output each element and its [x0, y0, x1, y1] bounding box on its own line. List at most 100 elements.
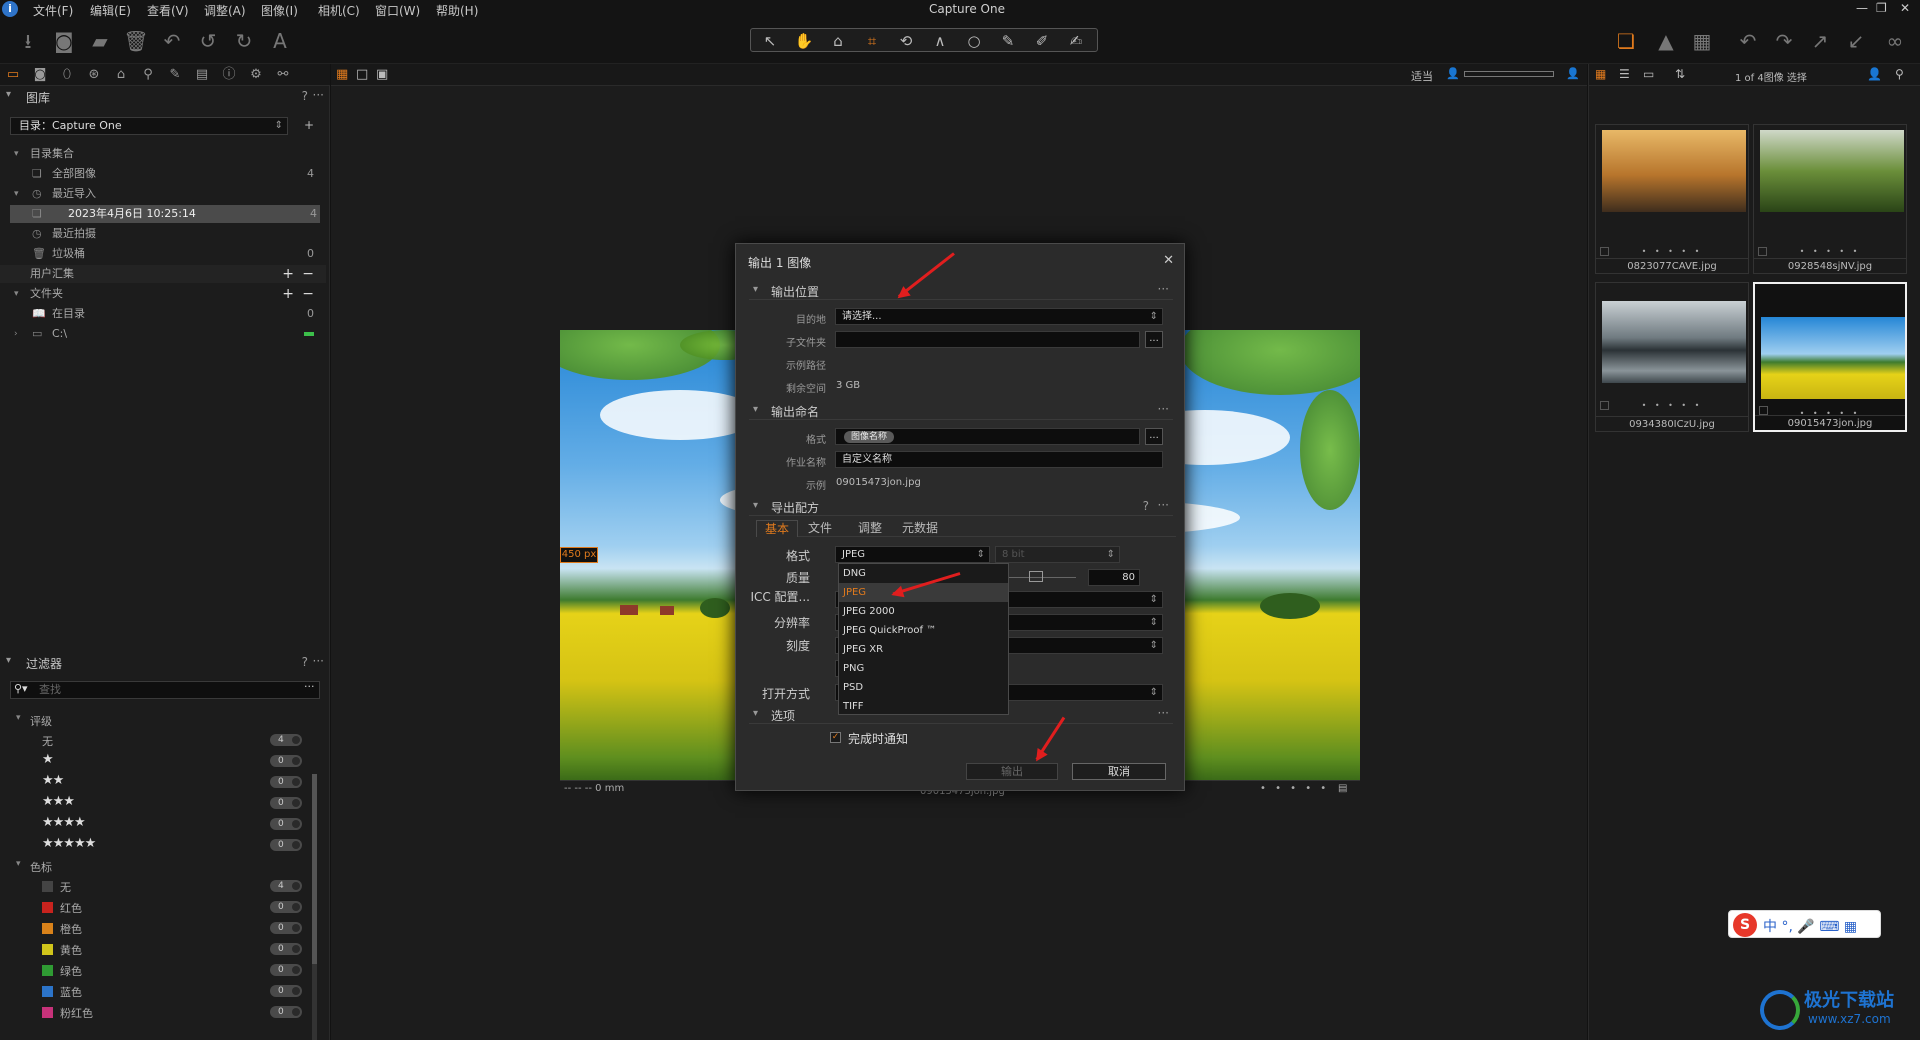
add-collection-icon[interactable]: +: [282, 265, 294, 283]
color-tag-row[interactable]: 黄色 0: [0, 939, 310, 959]
menu-file[interactable]: 文件(F): [33, 2, 73, 19]
brush-tool-icon[interactable]: ✎: [991, 30, 1025, 52]
rating-row[interactable]: 无4: [0, 730, 310, 750]
auto-adjust-icon[interactable]: A: [266, 28, 294, 54]
compare-view-icon[interactable]: ▣: [376, 67, 388, 82]
pan-tool-icon[interactable]: ✋: [787, 30, 821, 52]
format-select[interactable]: JPEG: [835, 546, 990, 563]
loupe-tool-icon[interactable]: ⌂: [821, 30, 855, 52]
single-view-icon[interactable]: □: [356, 67, 368, 82]
trash-row[interactable]: 🗑 垃圾桶 0: [0, 245, 326, 263]
tab-basic[interactable]: 基本: [756, 520, 799, 537]
recent-captures-row[interactable]: ◷ 最近拍摄: [0, 225, 326, 243]
search-more-icon[interactable]: ···: [304, 680, 315, 693]
naming-section-header[interactable]: ▾ 输出命名 ···: [749, 402, 1173, 420]
rotate-left-icon[interactable]: ↶: [1734, 28, 1762, 54]
library-header[interactable]: ▾ 图库 ? ···: [0, 88, 330, 106]
close-dialog-icon[interactable]: ✕: [1163, 253, 1174, 268]
format-option-png[interactable]: PNG: [839, 659, 1008, 678]
settings-tab-icon[interactable]: ⚙: [247, 66, 265, 84]
folder-icon[interactable]: ▰: [86, 28, 114, 54]
filters-header[interactable]: ▾ 过滤器 ? ···: [0, 654, 330, 672]
remove-collection-icon[interactable]: −: [302, 265, 314, 283]
zoom-slider[interactable]: [1464, 71, 1554, 77]
export-arrow-icon[interactable]: ↗: [1806, 28, 1834, 54]
restore-icon[interactable]: ❐: [1876, 1, 1887, 15]
import-icon[interactable]: ⭳: [14, 28, 42, 54]
metadata-tab-icon[interactable]: ⓘ: [220, 66, 238, 84]
all-images-row[interactable]: ❏ 全部图像 4: [0, 165, 326, 183]
thumbnail-4-selected[interactable]: • • • • • 09015473jon.jpg: [1753, 282, 1907, 432]
job-name-input[interactable]: 自定义名称: [835, 451, 1163, 468]
color-tag-row[interactable]: 橙色 0: [0, 918, 310, 938]
variants-icon[interactable]: ❏: [1612, 28, 1640, 54]
color-tag-row[interactable]: 无4: [0, 876, 310, 896]
tab-file[interactable]: 文件: [800, 520, 840, 537]
tab-metadata[interactable]: 元数据: [894, 520, 946, 537]
grid-view-icon[interactable]: ▦: [336, 67, 348, 82]
recipe-section-header[interactable]: ▾ 导出配方? ···: [749, 498, 1173, 516]
undo-history-icon[interactable]: ↶: [158, 28, 186, 54]
subfolder-browse-button[interactable]: ...: [1145, 331, 1163, 348]
sogou-icon[interactable]: S: [1733, 913, 1757, 937]
menu-adjust[interactable]: 调整(A): [204, 2, 246, 19]
format-option-jpeg2000[interactable]: JPEG 2000: [839, 602, 1008, 621]
format-option-jpeg-quickproof[interactable]: JPEG QuickProof ™: [839, 621, 1008, 640]
undo-icon[interactable]: ↺: [194, 28, 222, 54]
user-collections-row[interactable]: 用户汇集 + −: [0, 265, 326, 283]
camera-icon[interactable]: ◙: [50, 28, 78, 54]
rating-row[interactable]: ★★★ 0: [0, 793, 310, 813]
add-folder-icon[interactable]: +: [282, 285, 294, 303]
library-tab-icon[interactable]: ▭: [4, 66, 22, 84]
in-catalog-row[interactable]: 📖 在目录 0: [0, 305, 326, 323]
filter-search-input[interactable]: 查找: [10, 681, 320, 699]
export-button[interactable]: 输出: [966, 763, 1058, 780]
redo-icon[interactable]: ↻: [230, 28, 258, 54]
ime-toolbar[interactable]: S 中 °, 🎤 ⌨ ▦: [1728, 910, 1881, 938]
menu-camera[interactable]: 相机(C): [318, 2, 360, 19]
folders-row[interactable]: ▾ 文件夹 + −: [0, 285, 326, 303]
rating-header[interactable]: ▾ 评级: [0, 710, 310, 730]
destination-select[interactable]: 请选择...: [835, 308, 1163, 325]
color-tag-row[interactable]: 粉红色 0: [0, 1002, 310, 1022]
format-option-psd[interactable]: PSD: [839, 678, 1008, 697]
keystone-tool-icon[interactable]: ∧: [923, 30, 957, 52]
notify-checkbox[interactable]: ✓: [830, 732, 841, 743]
lens-tab-icon[interactable]: ⬯: [58, 66, 76, 84]
filter-scrollbar[interactable]: [312, 774, 317, 1040]
quality-input[interactable]: 80: [1088, 569, 1140, 586]
rating-row[interactable]: ★★★★ 0: [0, 814, 310, 834]
format-option-jpeg-xr[interactable]: JPEG XR: [839, 640, 1008, 659]
thumbnail-view-icon[interactable]: ▦: [1595, 67, 1606, 81]
menu-help[interactable]: 帮助(H): [436, 2, 478, 19]
rating-row[interactable]: ★★★★★ 0: [0, 835, 310, 855]
output-tab-icon[interactable]: ▤: [193, 66, 211, 84]
list-view-icon[interactable]: ☰: [1619, 67, 1630, 81]
spot-tool-icon[interactable]: ○: [957, 30, 991, 52]
minimize-icon[interactable]: —: [1856, 1, 1868, 15]
menu-view[interactable]: 查看(V): [147, 2, 189, 19]
user-icon[interactable]: 👤: [1867, 67, 1882, 81]
thumbnail-1[interactable]: • • • • • 0823077CAVE.jpg: [1595, 124, 1749, 274]
glasses-icon[interactable]: ∞: [1878, 28, 1912, 54]
sort-icon[interactable]: ⇅: [1675, 67, 1685, 81]
exposure-tab-icon[interactable]: ⌂: [112, 66, 130, 84]
add-catalog-icon[interactable]: +⁣: [304, 118, 314, 132]
rating-row[interactable]: ★★ 0: [0, 772, 310, 792]
batch-tab-icon[interactable]: ⚯: [274, 66, 292, 84]
image-name-token[interactable]: 图像名称: [844, 431, 895, 443]
catalog-collections-row[interactable]: ▾ 目录集合: [0, 145, 326, 163]
thumbnail-2[interactable]: • • • • • 0928548sjNV.jpg: [1753, 124, 1907, 274]
bit-depth-select[interactable]: 8 bit: [995, 546, 1120, 563]
select-tool-icon[interactable]: ↖: [753, 30, 787, 52]
viewer-menu-icon[interactable]: ▤: [1338, 781, 1347, 797]
import-date-row[interactable]: ❏ 2023年4月6日 10:25:14 4: [10, 205, 320, 223]
close-window-icon[interactable]: ✕: [1900, 1, 1910, 15]
details-tab-icon[interactable]: ⚲: [139, 66, 157, 84]
rotate-tool-icon[interactable]: ⟲: [889, 30, 923, 52]
crop-tool-icon[interactable]: ⌗: [855, 30, 889, 52]
color-tag-row[interactable]: 绿色 0: [0, 960, 310, 980]
location-section-header[interactable]: ▾ 输出位置 ···: [749, 282, 1173, 300]
recent-imports-row[interactable]: ▾ ◷ 最近导入: [0, 185, 326, 203]
color-tag-row[interactable]: 红色 0: [0, 897, 310, 917]
